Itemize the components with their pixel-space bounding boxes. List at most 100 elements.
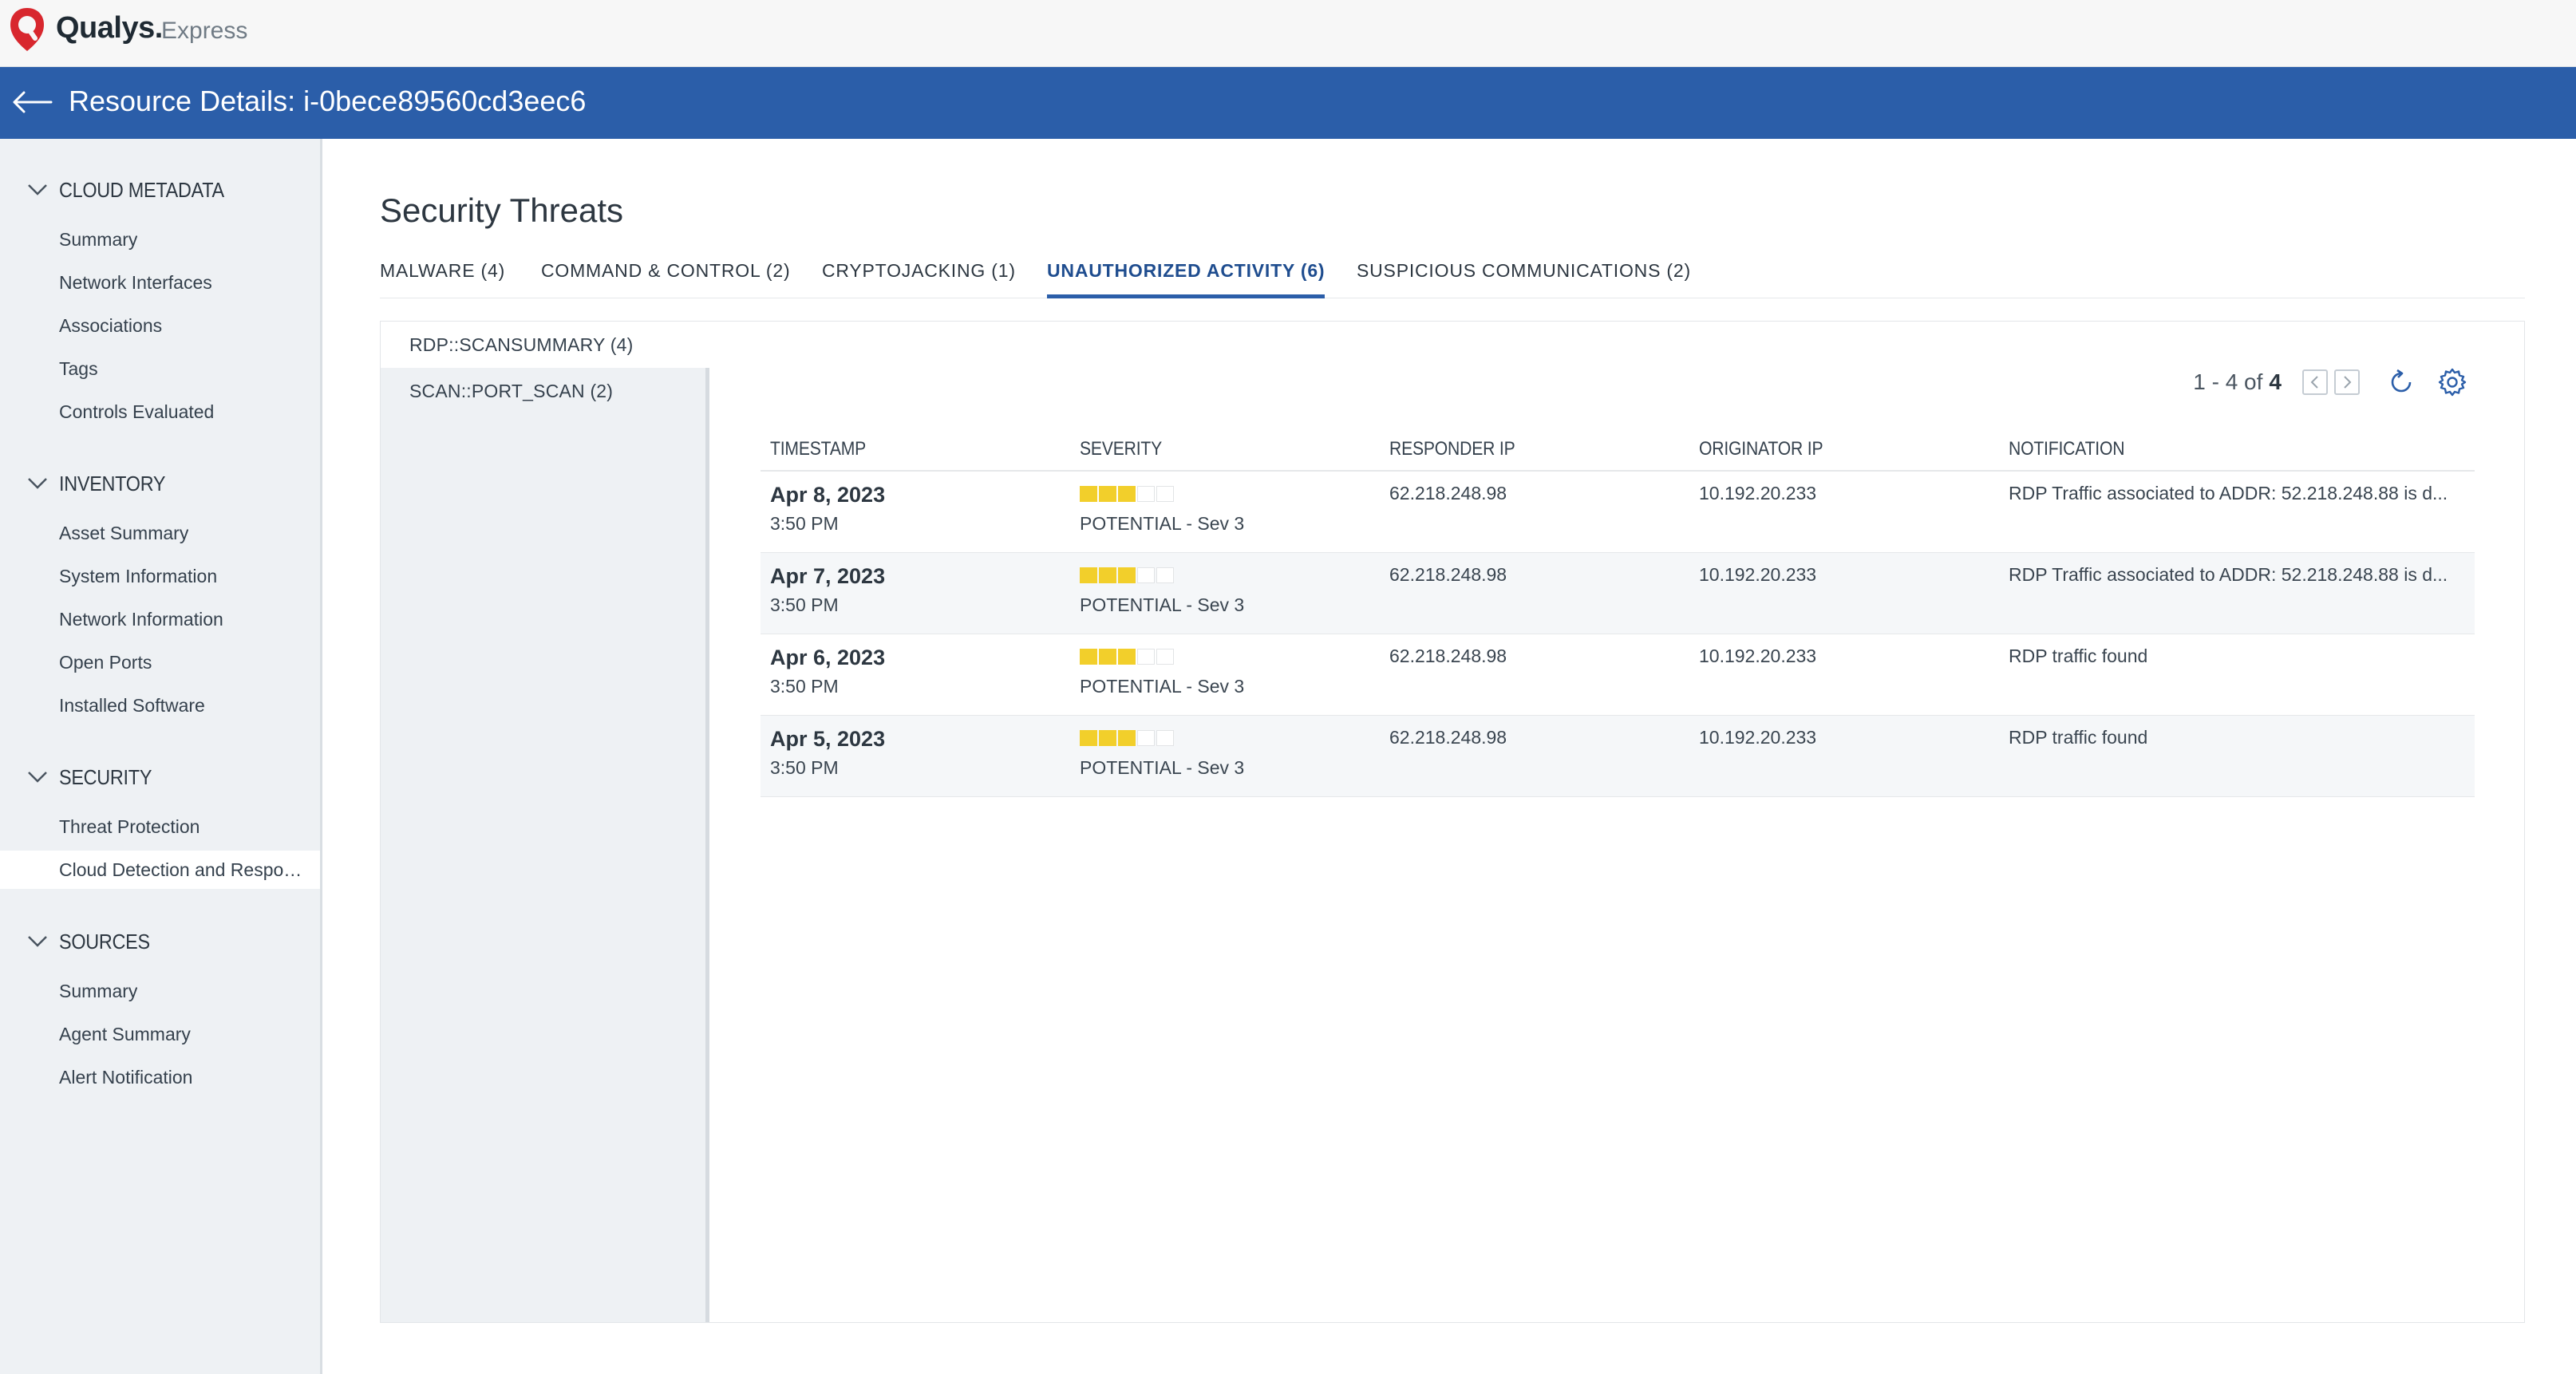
severity-bars — [1080, 567, 1175, 583]
brand-name: Qualys. — [56, 11, 163, 45]
table-row[interactable]: Apr 8, 2023 3:50 PM POTENTIAL - Sev 3 62… — [761, 472, 2475, 553]
tab-malware[interactable]: MALWARE (4) — [380, 260, 505, 298]
severity-bar-segment — [1118, 567, 1136, 583]
sidebar-item-network-information[interactable]: Network Information — [0, 600, 320, 638]
severity-bars — [1080, 649, 1175, 665]
severity-bar-segment — [1156, 486, 1174, 502]
severity-label: POTENTIAL - Sev 3 — [1080, 513, 1245, 534]
severity-bar-segment — [1137, 567, 1155, 583]
chevron-down-icon — [28, 772, 47, 783]
sidebar-item-threat-protection[interactable]: Threat Protection — [0, 807, 320, 846]
sidebar-item-alert-notification[interactable]: Alert Notification — [0, 1058, 320, 1096]
back-arrow-icon[interactable] — [10, 86, 54, 118]
responder-ip: 62.218.248.98 — [1389, 564, 1507, 585]
chevron-down-icon — [28, 184, 47, 195]
chevron-down-icon — [28, 936, 47, 947]
severity-bar-segment — [1156, 649, 1174, 665]
notification-text: RDP Traffic associated to ADDR: 52.218.2… — [2009, 483, 2448, 503]
table-row[interactable]: Apr 6, 2023 3:50 PM POTENTIAL - Sev 3 62… — [761, 634, 2475, 716]
tab-suspicious-communications[interactable]: SUSPICIOUS COMMUNICATIONS (2) — [1357, 260, 1691, 298]
table-row[interactable]: Apr 5, 2023 3:50 PM POTENTIAL - Sev 3 62… — [761, 716, 2475, 797]
severity-bar-segment — [1099, 649, 1116, 665]
table-row[interactable]: Apr 7, 2023 3:50 PM POTENTIAL - Sev 3 62… — [761, 553, 2475, 634]
responder-ip: 62.218.248.98 — [1389, 646, 1507, 666]
next-page-button[interactable] — [2334, 369, 2360, 395]
severity-bar-segment — [1118, 486, 1136, 502]
severity-bar-segment — [1137, 730, 1155, 746]
sidebar-item-network-interfaces[interactable]: Network Interfaces — [0, 263, 320, 302]
severity-label: POTENTIAL - Sev 3 — [1080, 594, 1245, 615]
subcategory-list: SCAN::PORT_SCAN (2) — [381, 368, 709, 1322]
pagination: 1 - 4 of 4 — [2193, 363, 2468, 401]
sidebar-item-installed-software[interactable]: Installed Software — [0, 686, 320, 725]
settings-button[interactable] — [2436, 366, 2468, 398]
column-header-timestamp[interactable]: TIMESTAMP — [770, 438, 866, 460]
qualys-logo-icon — [10, 8, 44, 51]
previous-page-button[interactable] — [2302, 369, 2328, 395]
sidebar-item-cloud-detection-and-response[interactable]: Cloud Detection and Response — [0, 851, 320, 889]
severity-bar-segment — [1099, 730, 1116, 746]
sidebar-section-security[interactable]: SECURITY — [27, 761, 162, 793]
originator-ip: 10.192.20.233 — [1699, 564, 1817, 585]
severity-bar-segment — [1080, 567, 1097, 583]
sidebar: CLOUD METADATA Summary Network Interface… — [0, 139, 322, 1374]
row-date: Apr 8, 2023 — [770, 483, 886, 507]
sidebar-item-open-ports[interactable]: Open Ports — [0, 643, 320, 681]
severity-bar-segment — [1080, 486, 1097, 502]
severity-label: POTENTIAL - Sev 3 — [1080, 676, 1245, 697]
sidebar-item-summary[interactable]: Summary — [0, 220, 320, 259]
severity-bar-segment — [1080, 649, 1097, 665]
tab-command-and-control[interactable]: COMMAND & CONTROL (2) — [541, 260, 790, 298]
severity-bar-segment — [1137, 486, 1155, 502]
subcategory-scan-port-scan[interactable]: SCAN::PORT_SCAN (2) — [381, 368, 709, 414]
sidebar-item-tags[interactable]: Tags — [0, 349, 320, 388]
sidebar-item-associations[interactable]: Associations — [0, 306, 320, 345]
sidebar-item-controls-evaluated[interactable]: Controls Evaluated — [0, 393, 320, 431]
row-date: Apr 5, 2023 — [770, 727, 886, 751]
sidebar-section-cloud-metadata[interactable]: CLOUD METADATA — [27, 174, 243, 206]
row-time: 3:50 PM — [770, 676, 839, 697]
subcategory-rdp-scansummary[interactable]: RDP::SCANSUMMARY (4) — [381, 322, 709, 368]
responder-ip: 62.218.248.98 — [1389, 483, 1507, 503]
refresh-icon — [2391, 369, 2412, 393]
row-date: Apr 7, 2023 — [770, 564, 886, 588]
refresh-button[interactable] — [2385, 366, 2417, 398]
sidebar-section-inventory[interactable]: INVENTORY — [27, 468, 177, 499]
chevron-left-icon — [2310, 376, 2318, 389]
gear-icon — [2438, 368, 2467, 397]
sidebar-item-agent-summary[interactable]: Agent Summary — [0, 1015, 320, 1053]
originator-ip: 10.192.20.233 — [1699, 727, 1817, 748]
pagination-total: 4 — [2269, 369, 2282, 394]
threat-tabs: MALWARE (4) COMMAND & CONTROL (2) CRYPTO… — [380, 254, 2525, 298]
severity-bar-segment — [1156, 730, 1174, 746]
row-date: Apr 6, 2023 — [770, 646, 886, 669]
severity-bars — [1080, 730, 1175, 746]
sidebar-item-sources-summary[interactable]: Summary — [0, 972, 320, 1010]
severity-bar-segment — [1099, 486, 1116, 502]
table-header: TIMESTAMP SEVERITY RESPONDER IP ORIGINAT… — [761, 424, 2475, 472]
row-time: 3:50 PM — [770, 513, 839, 534]
column-header-severity[interactable]: SEVERITY — [1080, 438, 1162, 460]
column-header-notification[interactable]: NOTIFICATION — [2009, 438, 2125, 460]
notification-text: RDP traffic found — [2009, 727, 2148, 748]
sidebar-item-system-information[interactable]: System Information — [0, 557, 320, 595]
severity-bar-segment — [1118, 649, 1136, 665]
severity-bar-segment — [1156, 567, 1174, 583]
sidebar-item-asset-summary[interactable]: Asset Summary — [0, 514, 320, 552]
resource-title: Resource Details: i-0bece89560cd3eec6 — [69, 85, 587, 117]
threats-table: TIMESTAMP SEVERITY RESPONDER IP ORIGINAT… — [761, 424, 2475, 797]
column-header-responder-ip[interactable]: RESPONDER IP — [1389, 438, 1515, 460]
sidebar-section-sources[interactable]: SOURCES — [27, 926, 160, 957]
row-time: 3:50 PM — [770, 594, 839, 615]
column-header-originator-ip[interactable]: ORIGINATOR IP — [1699, 438, 1823, 460]
chevron-right-icon — [2344, 376, 2352, 389]
responder-ip: 62.218.248.98 — [1389, 727, 1507, 748]
severity-bar-segment — [1080, 730, 1097, 746]
originator-ip: 10.192.20.233 — [1699, 483, 1817, 503]
notification-text: RDP traffic found — [2009, 646, 2148, 666]
content-panel: RDP::SCANSUMMARY (4) SCAN::PORT_SCAN (2)… — [380, 321, 2525, 1323]
tab-cryptojacking[interactable]: CRYPTOJACKING (1) — [822, 260, 1016, 298]
tab-unauthorized-activity[interactable]: UNAUTHORIZED ACTIVITY (6) — [1047, 260, 1326, 298]
originator-ip: 10.192.20.233 — [1699, 646, 1817, 666]
severity-bars — [1080, 486, 1175, 502]
